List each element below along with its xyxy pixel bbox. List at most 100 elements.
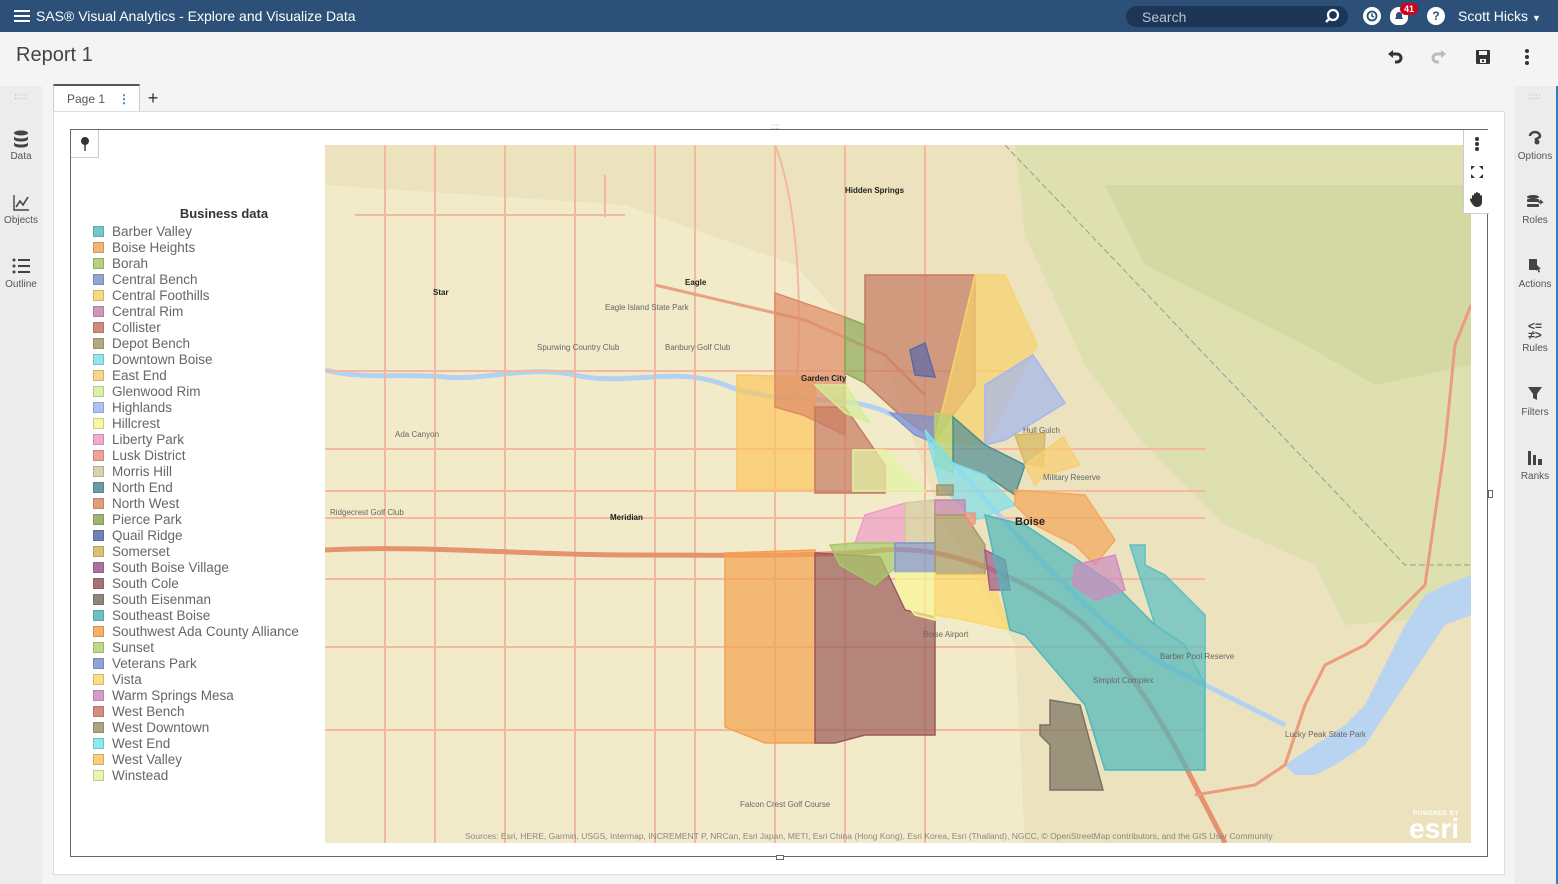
region-west-downtown[interactable]	[936, 484, 954, 496]
redo-icon[interactable]	[1429, 47, 1449, 67]
rules-icon: <= ≠>	[1527, 319, 1542, 342]
legend-swatch	[93, 561, 104, 573]
legend-item[interactable]: Barber Valley	[91, 223, 317, 239]
maximize-icon[interactable]	[1464, 158, 1489, 186]
right-rail-options[interactable]: Options	[1514, 130, 1556, 162]
legend-item[interactable]: Vista	[91, 671, 317, 687]
place-label: Ridgecrest Golf Club	[330, 508, 404, 517]
legend-item[interactable]: Lusk District	[91, 447, 317, 463]
hamburger-menu-icon[interactable]	[14, 10, 30, 22]
region-central-rim[interactable]	[934, 499, 966, 516]
more-vertical-icon[interactable]	[1517, 47, 1537, 67]
legend-item[interactable]: Liberty Park	[91, 431, 317, 447]
legend-label: Southwest Ada County Alliance	[112, 623, 299, 639]
legend-item[interactable]: Pierce Park	[91, 511, 317, 527]
legend-item[interactable]: South Eisenman	[91, 591, 317, 607]
region-morris-hill[interactable]	[904, 499, 936, 544]
undo-icon[interactable]	[1385, 47, 1405, 67]
legend-swatch	[93, 305, 104, 317]
map-area[interactable]: Hidden Springs Star Eagle Garden City Meridi…	[325, 145, 1471, 843]
place-label: Meridian	[610, 513, 643, 522]
map-pin-icon[interactable]	[71, 130, 99, 158]
legend-item[interactable]: West Downtown	[91, 719, 317, 735]
legend-swatch	[93, 721, 104, 733]
tab-menu-icon[interactable]: ⋮	[118, 92, 130, 106]
left-rail-objects[interactable]: Objects	[0, 194, 42, 226]
left-rail-data[interactable]: Data	[0, 130, 42, 162]
legend-label: Winstead	[112, 767, 169, 783]
legend-item[interactable]: North End	[91, 479, 317, 495]
add-page-button[interactable]: +	[140, 84, 166, 112]
geo-map-visual[interactable]: :::: Business data Barber Valley Boise He…	[70, 122, 1493, 860]
place-label: Garden City	[801, 374, 847, 383]
right-rail-actions[interactable]: Actions	[1514, 258, 1556, 290]
tab-page-1[interactable]: Page 1 ⋮	[53, 84, 140, 112]
legend-label: Somerset	[112, 543, 170, 559]
legend-item[interactable]: Boise Heights	[91, 239, 317, 255]
region-central-bench[interactable]	[894, 542, 936, 574]
legend-label: Barber Valley	[112, 223, 193, 239]
search-input[interactable]	[1142, 8, 1312, 25]
legend-item[interactable]: East End	[91, 367, 317, 383]
left-rail-outline[interactable]: Outline	[0, 258, 42, 290]
app-header: SAS® Visual Analytics - Explore and Visu…	[0, 0, 1558, 32]
legend-item[interactable]: North West	[91, 495, 317, 511]
legend-item[interactable]: West Valley	[91, 751, 317, 767]
pan-hand-icon[interactable]	[1464, 186, 1489, 214]
legend-label: South Boise Village	[112, 559, 229, 575]
legend-item[interactable]: Southeast Boise	[91, 607, 317, 623]
place-label: Lucky Peak State Park	[1285, 730, 1367, 739]
save-icon[interactable]	[1473, 47, 1493, 67]
legend-swatch	[93, 673, 104, 685]
legend-item[interactable]: West End	[91, 735, 317, 751]
legend-item[interactable]: Borah	[91, 255, 317, 271]
tab-label: Page 1	[67, 92, 106, 106]
legend-item[interactable]: South Cole	[91, 575, 317, 591]
region-southwest-ada-county-alliance[interactable]	[724, 549, 816, 744]
legend-item[interactable]: Collister	[91, 319, 317, 335]
legend-item[interactable]: Central Rim	[91, 303, 317, 319]
legend-item[interactable]: Downtown Boise	[91, 351, 317, 367]
search-icon[interactable]	[1324, 8, 1340, 27]
right-rail-rules[interactable]: <= ≠> Rules	[1514, 319, 1556, 354]
right-rail-ranks[interactable]: Ranks	[1514, 450, 1556, 482]
legend-title: Business data	[179, 206, 269, 221]
search-box[interactable]	[1126, 6, 1348, 27]
right-rail-filters[interactable]: Filters	[1514, 386, 1556, 418]
legend-swatch	[93, 353, 104, 365]
resize-handle-bottom[interactable]	[776, 855, 784, 860]
legend-item[interactable]: Warm Springs Mesa	[91, 687, 317, 703]
more-vertical-icon[interactable]	[1464, 130, 1489, 158]
drag-handle[interactable]: ::::	[1514, 92, 1556, 101]
legend-swatch	[93, 689, 104, 701]
legend-item[interactable]: Southwest Ada County Alliance	[91, 623, 317, 639]
legend-swatch	[93, 225, 104, 237]
legend-item[interactable]: Central Bench	[91, 271, 317, 287]
legend-item[interactable]: Sunset	[91, 639, 317, 655]
legend-item[interactable]: Hillcrest	[91, 415, 317, 431]
resize-handle-right[interactable]	[1488, 490, 1493, 498]
legend-swatch	[93, 449, 104, 461]
legend-item[interactable]: Highlands	[91, 399, 317, 415]
report-title: Report 1	[16, 44, 93, 66]
legend-swatch	[93, 465, 104, 477]
legend-label: North West	[112, 495, 180, 511]
legend-item[interactable]: Central Foothills	[91, 287, 317, 303]
legend-item[interactable]: South Boise Village	[91, 559, 317, 575]
legend-item[interactable]: West Bench	[91, 703, 317, 719]
legend-item[interactable]: Somerset	[91, 543, 317, 559]
drag-handle[interactable]: ::::	[771, 122, 780, 131]
help-icon[interactable]: ?	[1427, 7, 1445, 25]
legend-item[interactable]: Depot Bench	[91, 335, 317, 351]
legend-swatch	[93, 513, 104, 525]
drag-handle[interactable]: ::::	[0, 92, 42, 101]
legend-item[interactable]: Glenwood Rim	[91, 383, 317, 399]
legend-item[interactable]: Winstead	[91, 767, 317, 783]
history-icon[interactable]	[1363, 7, 1381, 25]
right-rail-roles[interactable]: Roles	[1514, 194, 1556, 226]
legend-item[interactable]: Veterans Park	[91, 655, 317, 671]
legend-item[interactable]: Quail Ridge	[91, 527, 317, 543]
user-menu[interactable]: Scott Hicks ▼	[1458, 8, 1541, 24]
legend-item[interactable]: Morris Hill	[91, 463, 317, 479]
region-pierce-park[interactable]	[844, 315, 866, 385]
